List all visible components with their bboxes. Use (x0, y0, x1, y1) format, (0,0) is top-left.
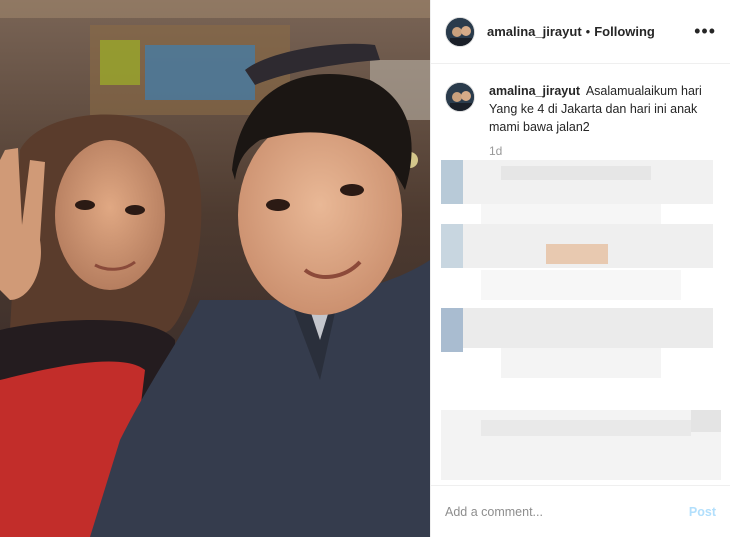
post-side-panel: amalina_jirayut • Following ••• amalina_… (430, 0, 730, 537)
caption-comment: amalina_jirayut Asalamualaikum hari Yang… (431, 64, 730, 136)
avatar-image (446, 17, 474, 46)
pixelated-comments (441, 160, 721, 490)
post-timestamp[interactable]: 1d (489, 144, 730, 158)
caption-username-link[interactable]: amalina_jirayut (489, 84, 580, 98)
add-comment-row: Post (431, 485, 730, 537)
more-horizontal-icon[interactable]: ••• (694, 21, 716, 42)
post-photo[interactable] (0, 0, 430, 537)
avatar[interactable] (445, 16, 475, 47)
post-comment-button[interactable]: Post (689, 505, 716, 519)
selfie-image (0, 0, 430, 537)
post-header: amalina_jirayut • Following ••• (431, 0, 730, 64)
avatar[interactable] (445, 82, 475, 112)
separator-dot: • (585, 24, 591, 39)
add-comment-input[interactable] (445, 504, 689, 519)
avatar-image (446, 83, 474, 111)
following-button[interactable]: Following (594, 24, 655, 39)
username-link[interactable]: amalina_jirayut (487, 24, 582, 39)
instagram-post-modal: amalina_jirayut • Following ••• amalina_… (0, 0, 730, 537)
caption-text-block: amalina_jirayut Asalamualaikum hari Yang… (489, 82, 711, 136)
